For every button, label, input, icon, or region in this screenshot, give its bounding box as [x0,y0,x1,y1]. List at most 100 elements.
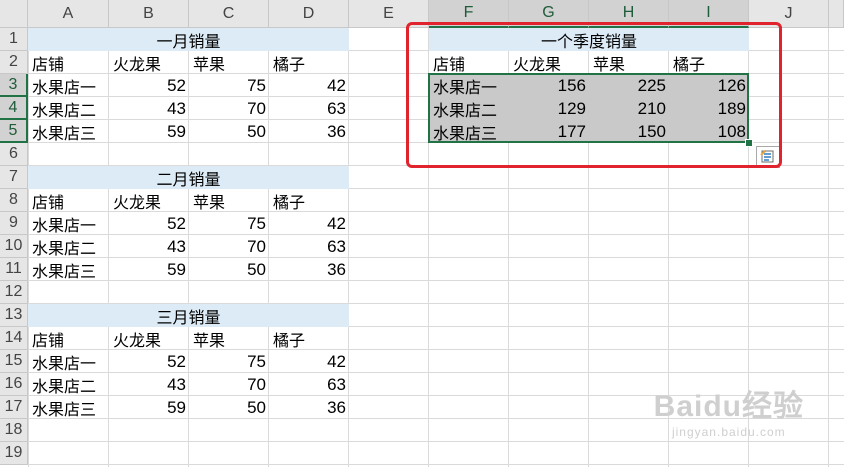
shop-name-cell[interactable]: 水果店二 [28,373,109,396]
row-header-9[interactable]: 9 [0,212,28,235]
row-header-4[interactable]: 4 [0,97,28,120]
summary-header-cell[interactable]: 橘子 [669,51,749,74]
column-header-overflow[interactable] [829,0,844,28]
sales-value-cell[interactable]: 52 [109,212,189,235]
shop-name-cell[interactable]: 水果店三 [28,396,109,419]
row-header-8[interactable]: 8 [0,189,28,212]
row-header-12[interactable]: 12 [0,281,28,304]
sales-value-cell[interactable]: 36 [269,258,349,281]
sales-value-cell[interactable]: 63 [269,97,349,120]
summary-title-cell[interactable]: 一个季度销量 [429,28,749,51]
summary-value-cell[interactable]: 225 [589,74,669,97]
table-header-cell[interactable]: 苹果 [189,51,269,74]
sales-value-cell[interactable]: 52 [109,350,189,373]
row-header-19[interactable]: 19 [0,442,28,465]
shop-name-cell[interactable]: 水果店二 [28,235,109,258]
column-header-j[interactable]: J [749,0,829,28]
fill-handle[interactable] [745,139,753,147]
sales-value-cell[interactable]: 59 [109,258,189,281]
summary-value-cell[interactable]: 177 [509,120,589,143]
row-header-2[interactable]: 2 [0,51,28,74]
sales-value-cell[interactable]: 43 [109,373,189,396]
sales-value-cell[interactable]: 52 [109,74,189,97]
sales-value-cell[interactable]: 70 [189,97,269,120]
sales-value-cell[interactable]: 70 [189,373,269,396]
column-header-h[interactable]: H [589,0,669,28]
shop-name-cell[interactable]: 水果店三 [28,258,109,281]
column-header-i[interactable]: I [669,0,749,28]
summary-shop-cell[interactable]: 水果店三 [429,120,509,143]
summary-shop-cell[interactable]: 水果店一 [429,74,509,97]
summary-value-cell[interactable]: 126 [669,74,749,97]
column-header-f[interactable]: F [429,0,509,28]
sales-value-cell[interactable]: 75 [189,350,269,373]
sales-value-cell[interactable]: 42 [269,74,349,97]
column-header-a[interactable]: A [28,0,109,28]
sales-value-cell[interactable]: 43 [109,97,189,120]
summary-value-cell[interactable]: 189 [669,97,749,120]
row-header-1[interactable]: 1 [0,28,28,51]
row-header-6[interactable]: 6 [0,143,28,166]
row-header-5[interactable]: 5 [0,120,28,143]
sales-value-cell[interactable]: 36 [269,396,349,419]
sales-value-cell[interactable]: 36 [269,120,349,143]
sales-value-cell[interactable]: 50 [189,396,269,419]
column-header-g[interactable]: G [509,0,589,28]
quick-analysis-button[interactable] [756,146,780,168]
shop-name-cell[interactable]: 水果店一 [28,350,109,373]
table-header-cell[interactable]: 橘子 [269,327,349,350]
row-header-18[interactable]: 18 [0,419,28,442]
sales-value-cell[interactable]: 42 [269,350,349,373]
table-header-cell[interactable]: 火龙果 [109,51,189,74]
row-header-7[interactable]: 7 [0,166,28,189]
table-header-cell[interactable]: 苹果 [189,189,269,212]
row-header-16[interactable]: 16 [0,373,28,396]
row-header-10[interactable]: 10 [0,235,28,258]
shop-name-cell[interactable]: 水果店二 [28,97,109,120]
table-header-cell[interactable]: 火龙果 [109,327,189,350]
summary-value-cell[interactable]: 156 [509,74,589,97]
summary-header-cell[interactable]: 苹果 [589,51,669,74]
sales-value-cell[interactable]: 50 [189,258,269,281]
summary-value-cell[interactable]: 108 [669,120,749,143]
summary-value-cell[interactable]: 150 [589,120,669,143]
sales-value-cell[interactable]: 63 [269,235,349,258]
table-header-cell[interactable]: 橘子 [269,189,349,212]
sales-value-cell[interactable]: 70 [189,235,269,258]
summary-shop-cell[interactable]: 水果店二 [429,97,509,120]
summary-value-cell[interactable]: 210 [589,97,669,120]
sales-value-cell[interactable]: 42 [269,212,349,235]
column-header-c[interactable]: C [189,0,269,28]
sales-value-cell[interactable]: 43 [109,235,189,258]
sales-value-cell[interactable]: 50 [189,120,269,143]
shop-name-cell[interactable]: 水果店一 [28,74,109,97]
column-header-b[interactable]: B [109,0,189,28]
table-header-cell[interactable]: 店铺 [28,327,109,350]
month-title-cell[interactable]: 三月销量 [28,304,349,327]
shop-name-cell[interactable]: 水果店三 [28,120,109,143]
table-header-cell[interactable]: 火龙果 [109,189,189,212]
sales-value-cell[interactable]: 75 [189,74,269,97]
sales-value-cell[interactable]: 59 [109,120,189,143]
row-header-17[interactable]: 17 [0,396,28,419]
table-header-cell[interactable]: 店铺 [28,51,109,74]
sales-value-cell[interactable]: 63 [269,373,349,396]
table-header-cell[interactable]: 橘子 [269,51,349,74]
row-header-3[interactable]: 3 [0,74,28,97]
column-header-d[interactable]: D [269,0,349,28]
summary-header-cell[interactable]: 火龙果 [509,51,589,74]
select-all-corner[interactable] [0,0,28,28]
month-title-cell[interactable]: 一月销量 [28,28,349,51]
shop-name-cell[interactable]: 水果店一 [28,212,109,235]
month-title-cell[interactable]: 二月销量 [28,166,349,189]
row-header-15[interactable]: 15 [0,350,28,373]
summary-header-cell[interactable]: 店铺 [429,51,509,74]
table-header-cell[interactable]: 苹果 [189,327,269,350]
summary-value-cell[interactable]: 129 [509,97,589,120]
table-header-cell[interactable]: 店铺 [28,189,109,212]
column-header-e[interactable]: E [349,0,429,28]
sales-value-cell[interactable]: 59 [109,396,189,419]
row-header-14[interactable]: 14 [0,327,28,350]
row-header-13[interactable]: 13 [0,304,28,327]
row-header-11[interactable]: 11 [0,258,28,281]
